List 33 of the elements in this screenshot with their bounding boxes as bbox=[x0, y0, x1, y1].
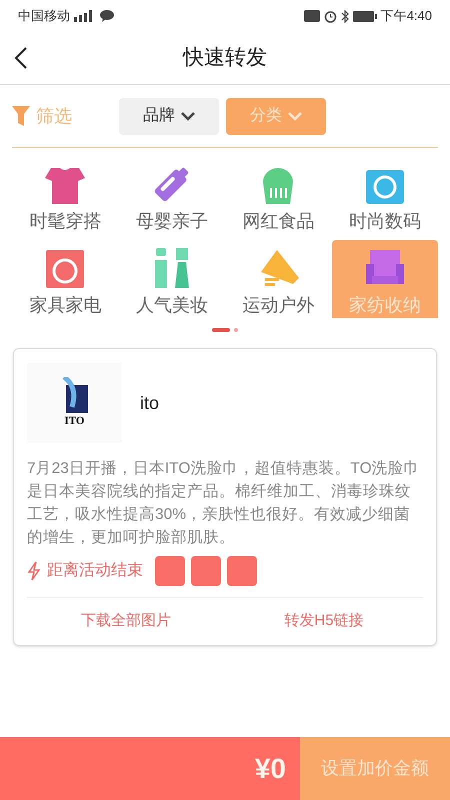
chevron-icon bbox=[181, 112, 195, 120]
countdown-box bbox=[191, 556, 221, 586]
chevron-icon bbox=[288, 112, 302, 120]
total-amount: ¥0 bbox=[254, 752, 286, 786]
filter-label: 筛选 bbox=[36, 104, 72, 128]
category-item[interactable]: 母婴亲子 bbox=[118, 156, 225, 234]
countdown-box bbox=[155, 556, 185, 586]
shirt-icon bbox=[45, 166, 86, 204]
action-link[interactable]: 下载全部图片 bbox=[81, 610, 171, 633]
countdown-label: 距离活动结束 bbox=[47, 560, 143, 581]
alarm-icon bbox=[324, 10, 337, 22]
category-item[interactable]: 运动户外 bbox=[225, 240, 332, 318]
cosmetics-icon bbox=[152, 248, 191, 288]
washer-icon bbox=[46, 250, 84, 288]
category-item[interactable]: 网红食品 bbox=[225, 156, 332, 234]
page-title: 快速转发 bbox=[183, 45, 267, 72]
bluetooth-icon bbox=[340, 10, 349, 22]
lightning-icon bbox=[27, 561, 41, 581]
category-item[interactable]: 家具家电 bbox=[12, 240, 118, 318]
action-link[interactable]: 转发H5链接 bbox=[284, 610, 364, 633]
countdown-box bbox=[227, 556, 257, 586]
filter-dropdown[interactable]: 品牌 bbox=[119, 98, 219, 134]
brand-logo: ITO bbox=[27, 363, 122, 443]
category-item[interactable]: 时尚数码 bbox=[332, 156, 438, 234]
category-item[interactable]: 人气美妆 bbox=[118, 240, 225, 318]
brand-name: ito bbox=[140, 392, 160, 414]
filter-icon bbox=[12, 106, 30, 126]
carrier-name: 中国移动 bbox=[18, 7, 70, 26]
battery-icon bbox=[352, 10, 377, 22]
product-description: 7月23日开播，日本ITO洗脸巾，超值特惠装。TO洗脸巾是日本美容院线的指定产品。棉纤维加工、消毒珍珠纹工艺，吸水性提高30%，亲肤性也很好。有效减少细菌的增生，更加呵护脸部肌肤。 bbox=[27, 459, 421, 548]
category-item[interactable]: 时髦穿搭 bbox=[12, 156, 118, 234]
chat-icon bbox=[100, 10, 114, 22]
clock-time: 下午4:40 bbox=[380, 7, 432, 26]
